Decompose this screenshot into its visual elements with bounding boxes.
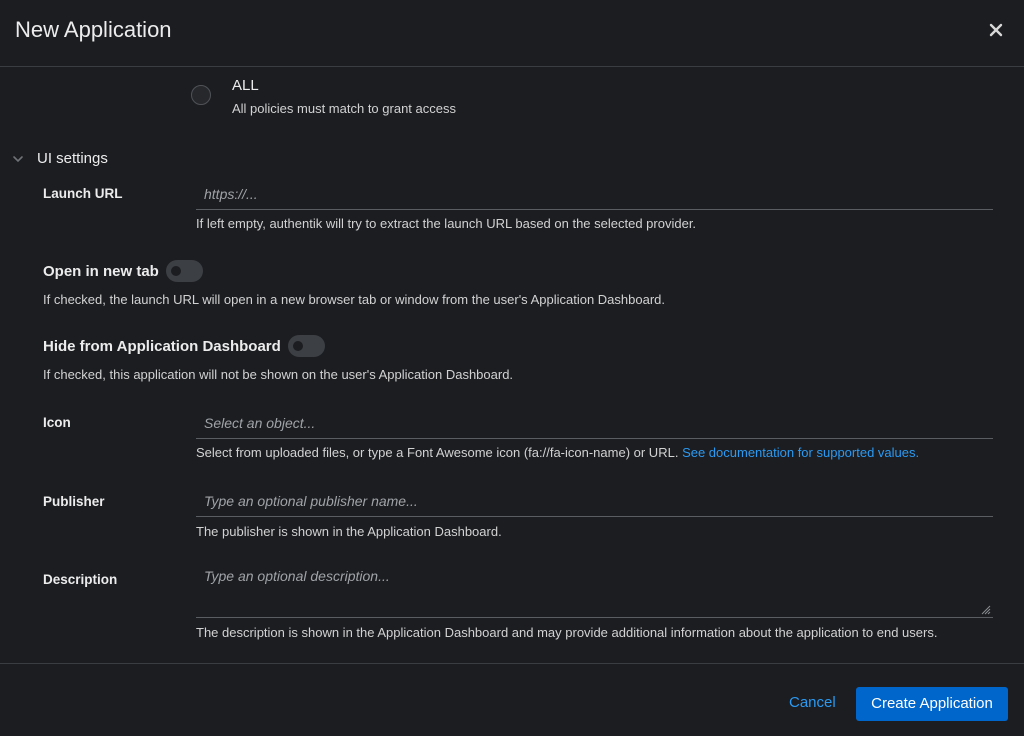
launch-url-input[interactable] — [196, 178, 993, 209]
policy-mode-all-description: All policies must match to grant access — [232, 101, 456, 116]
launch-url-helper: If left empty, authentik will try to ext… — [196, 216, 697, 231]
resize-handle-icon[interactable] — [981, 605, 991, 615]
publisher-input[interactable] — [196, 485, 993, 516]
icon-select-input[interactable] — [196, 407, 993, 438]
open-in-new-tab-row: Open in new tab — [43, 260, 203, 282]
dialog-header: New Application — [0, 0, 1024, 67]
create-application-button[interactable]: Create Application — [856, 687, 1008, 721]
policy-mode-all-radio[interactable] — [191, 85, 211, 105]
icon-label: Icon — [43, 415, 71, 430]
description-textarea[interactable] — [196, 564, 993, 617]
open-in-new-tab-switch[interactable] — [165, 260, 203, 282]
publisher-helper: The publisher is shown in the Applicatio… — [196, 524, 502, 539]
cancel-button[interactable]: Cancel — [777, 686, 848, 720]
publisher-label: Publisher — [43, 494, 105, 509]
chevron-down-icon — [13, 155, 23, 162]
icon-helper: Select from uploaded files, or type a Fo… — [196, 445, 919, 460]
dialog-body: ALL All policies must match to grant acc… — [0, 67, 1024, 663]
icon-select-field[interactable] — [196, 407, 993, 439]
policy-mode-all-label: ALL — [232, 77, 259, 94]
description-field[interactable] — [196, 564, 993, 618]
icon-documentation-link[interactable]: See documentation for supported values. — [682, 445, 919, 460]
icon-helper-text: Select from uploaded files, or type a Fo… — [196, 445, 679, 460]
description-label: Description — [43, 572, 118, 587]
publisher-field[interactable] — [196, 485, 993, 517]
open-in-new-tab-label: Open in new tab — [43, 262, 159, 280]
dialog-title: New Application — [15, 17, 172, 42]
hide-from-dashboard-switch[interactable] — [287, 335, 325, 357]
hide-from-dashboard-row: Hide from Application Dashboard — [43, 335, 325, 357]
description-helper: The description is shown in the Applicat… — [196, 625, 938, 640]
launch-url-label: Launch URL — [43, 186, 123, 201]
ui-settings-title: UI settings — [37, 150, 108, 167]
new-application-dialog: New Application ALL All policies must ma… — [0, 0, 1024, 736]
switch-knob — [292, 341, 303, 351]
open-in-new-tab-helper: If checked, the launch URL will open in … — [43, 292, 665, 307]
switch-knob — [170, 266, 181, 276]
close-button[interactable] — [988, 22, 1004, 38]
dialog-footer: Cancel Create Application — [0, 663, 1024, 736]
launch-url-field[interactable] — [196, 178, 993, 210]
ui-settings-section-toggle[interactable]: UI settings — [12, 150, 108, 167]
hide-from-dashboard-helper: If checked, this application will not be… — [43, 367, 514, 382]
close-icon — [989, 23, 1003, 37]
hide-from-dashboard-label: Hide from Application Dashboard — [43, 337, 281, 355]
